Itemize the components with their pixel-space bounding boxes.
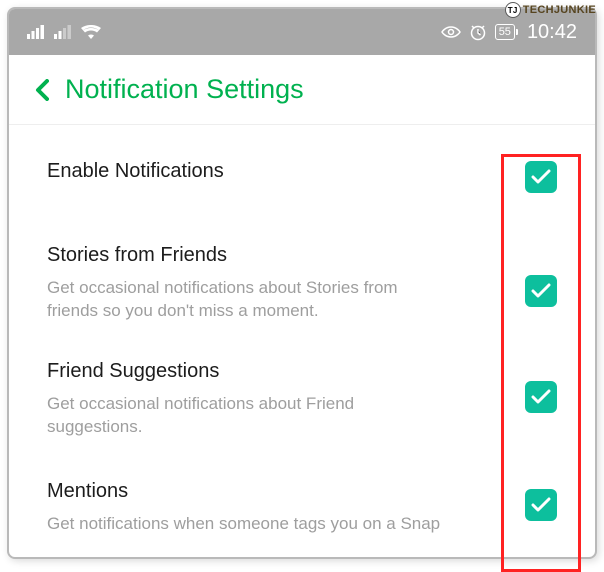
setting-description: Get occasional notifications about Frien…	[47, 393, 447, 439]
techjunkie-logo-icon	[505, 2, 521, 18]
setting-friend-suggestions[interactable]: Friend Suggestions Get occasional notifi…	[9, 343, 595, 451]
setting-title: Stories from Friends	[47, 243, 525, 267]
page-header: Notification Settings	[9, 55, 595, 125]
status-time: 10:42	[527, 21, 577, 44]
settings-list: Enable Notifications Stories from Friend…	[9, 125, 595, 556]
device-frame: 55 10:42 Notification Settings Enable No…	[7, 7, 597, 559]
page-title: Notification Settings	[65, 74, 304, 105]
chevron-left-icon	[35, 79, 49, 101]
wifi-icon	[81, 25, 101, 39]
setting-title: Enable Notifications	[47, 159, 525, 183]
setting-title: Friend Suggestions	[47, 359, 525, 383]
checkbox-enable-notifications[interactable]	[525, 161, 557, 193]
setting-stories-from-friends[interactable]: Stories from Friends Get occasional noti…	[9, 221, 595, 343]
checkbox-friend-suggestions[interactable]	[525, 381, 557, 413]
check-icon	[531, 169, 551, 185]
signal-2-icon	[54, 25, 71, 39]
signal-1-icon	[27, 25, 44, 39]
check-icon	[531, 283, 551, 299]
alarm-icon	[469, 23, 487, 41]
back-button[interactable]	[31, 79, 53, 101]
setting-enable-notifications[interactable]: Enable Notifications	[9, 125, 595, 221]
watermark-brand: TECHJUNKIE	[505, 2, 596, 18]
battery-icon: 55	[495, 24, 515, 40]
checkbox-mentions[interactable]	[525, 489, 557, 521]
check-icon	[531, 497, 551, 513]
setting-description: Get occasional notifications about Stori…	[47, 277, 447, 323]
check-icon	[531, 389, 551, 405]
setting-description: Get notifications when someone tags you …	[47, 513, 447, 536]
watermark-text: TECHJUNKIE	[523, 4, 596, 16]
checkbox-stories-from-friends[interactable]	[525, 275, 557, 307]
setting-title: Mentions	[47, 479, 525, 503]
setting-mentions[interactable]: Mentions Get notifications when someone …	[9, 451, 595, 556]
eye-icon	[441, 25, 461, 39]
